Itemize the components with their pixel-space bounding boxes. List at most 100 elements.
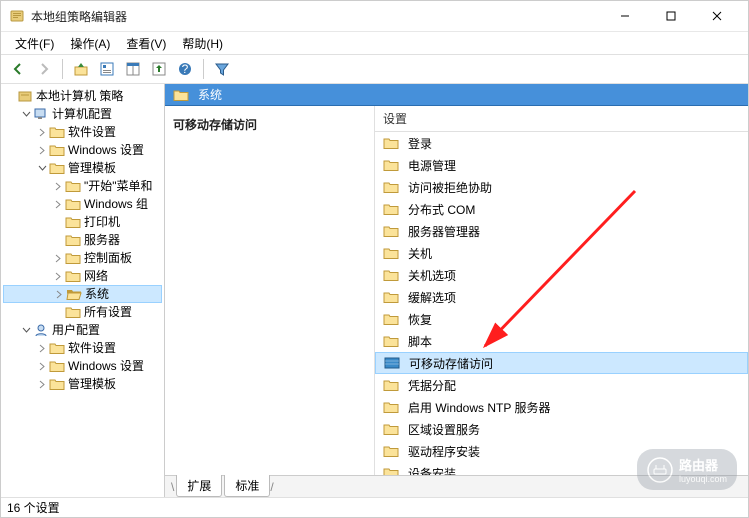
close-button[interactable]	[694, 1, 740, 32]
folder-icon	[383, 378, 399, 392]
back-icon[interactable]	[7, 58, 29, 80]
chevron-right-icon[interactable]	[51, 251, 65, 265]
list-item[interactable]: 关机选项	[375, 264, 748, 286]
list-item[interactable]: 电源管理	[375, 154, 748, 176]
list-item-label: 可移动存储访问	[409, 355, 493, 372]
chevron-right-icon[interactable]	[51, 197, 65, 211]
menu-2[interactable]: 查看(V)	[118, 33, 174, 54]
folder-icon	[65, 215, 81, 229]
folder-icon	[49, 161, 65, 175]
tree-label: "开始"菜单和	[84, 177, 153, 195]
status-bar: 16 个设置	[1, 497, 748, 517]
tab-0[interactable]: 扩展	[176, 475, 222, 497]
help-icon[interactable]: ?	[174, 58, 196, 80]
chevron-right-icon[interactable]	[35, 377, 49, 391]
list-item[interactable]: 登录	[375, 132, 748, 154]
chevron-right-icon[interactable]	[35, 125, 49, 139]
router-icon	[647, 457, 673, 483]
content-header-title: 系统	[198, 86, 222, 103]
tab-1[interactable]: 标准	[224, 475, 270, 497]
up-icon[interactable]	[70, 58, 92, 80]
tree-node-7[interactable]: 打印机	[3, 213, 162, 231]
special-folder-icon	[384, 356, 400, 370]
watermark: 路由器 luyouqi.com	[637, 449, 737, 490]
menu-3[interactable]: 帮助(H)	[174, 33, 231, 54]
tree-node-11[interactable]: 系统	[3, 285, 162, 303]
list-item[interactable]: 分布式 COM	[375, 198, 748, 220]
tree-node-3[interactable]: Windows 设置	[3, 141, 162, 159]
folder-icon	[383, 268, 399, 282]
menu-1[interactable]: 操作(A)	[62, 33, 118, 54]
menu-0[interactable]: 文件(F)	[7, 33, 62, 54]
minimize-button[interactable]	[602, 1, 648, 32]
column-header[interactable]: 设置	[375, 106, 748, 132]
tree-node-16[interactable]: 管理模板	[3, 375, 162, 393]
list-item[interactable]: 区域设置服务	[375, 418, 748, 440]
tree-node-9[interactable]: 控制面板	[3, 249, 162, 267]
chevron-right-icon[interactable]	[51, 179, 65, 193]
main: 本地计算机 策略计算机配置软件设置Windows 设置管理模板"开始"菜单和Wi…	[1, 84, 748, 497]
folder-icon	[173, 88, 189, 102]
list-item[interactable]: 脚本	[375, 330, 748, 352]
maximize-button[interactable]	[648, 1, 694, 32]
tree-node-2[interactable]: 软件设置	[3, 123, 162, 141]
tree-label: 管理模板	[68, 375, 116, 393]
details-heading: 可移动存储访问	[173, 116, 366, 133]
list-item-label: 启用 Windows NTP 服务器	[408, 399, 550, 416]
tree-node-14[interactable]: 软件设置	[3, 339, 162, 357]
folder-icon	[65, 251, 81, 265]
folder-icon	[65, 233, 81, 247]
tree-label: 管理模板	[68, 159, 116, 177]
tree-node-5[interactable]: "开始"菜单和	[3, 177, 162, 195]
list-item[interactable]: 缓解选项	[375, 286, 748, 308]
watermark-brand: 路由器	[679, 455, 727, 474]
list-item-label: 分布式 COM	[408, 201, 475, 218]
list-item[interactable]: 服务器管理器	[375, 220, 748, 242]
folder-icon	[383, 224, 399, 238]
tab-trailing: /	[270, 480, 273, 494]
list-item-label: 区域设置服务	[408, 421, 480, 438]
tree-node-1[interactable]: 计算机配置	[3, 105, 162, 123]
chevron-right-icon[interactable]	[52, 287, 66, 301]
properties-icon[interactable]	[96, 58, 118, 80]
tree-node-4[interactable]: 管理模板	[3, 159, 162, 177]
list-item[interactable]: 启用 Windows NTP 服务器	[375, 396, 748, 418]
list-item[interactable]: 关机	[375, 242, 748, 264]
list-item-label: 关机	[408, 245, 432, 262]
list-item[interactable]: 凭据分配	[375, 374, 748, 396]
chevron-right-icon[interactable]	[35, 359, 49, 373]
list-item[interactable]: 恢复	[375, 308, 748, 330]
chevron-down-icon[interactable]	[19, 107, 33, 121]
tree-node-15[interactable]: Windows 设置	[3, 357, 162, 375]
filter-icon[interactable]	[211, 58, 233, 80]
chevron-down-icon[interactable]	[19, 323, 33, 337]
list-pane[interactable]: 设置 登录电源管理访问被拒绝协助分布式 COM 服务器管理器关机关机选项缓解选项恢…	[375, 106, 748, 475]
tree-node-8[interactable]: 服务器	[3, 231, 162, 249]
tree-spacer	[51, 233, 65, 247]
list-item-label: 访问被拒绝协助	[408, 179, 492, 196]
tree-node-6[interactable]: Windows 组	[3, 195, 162, 213]
chevron-right-icon[interactable]	[35, 143, 49, 157]
chevron-right-icon[interactable]	[51, 269, 65, 283]
list-item[interactable]: 访问被拒绝协助	[375, 176, 748, 198]
folder-icon	[49, 377, 65, 391]
tree-label: Windows 设置	[68, 141, 144, 159]
tree-label: 软件设置	[68, 123, 116, 141]
tree-view[interactable]: 本地计算机 策略计算机配置软件设置Windows 设置管理模板"开始"菜单和Wi…	[1, 84, 165, 497]
toolbar-separator	[62, 59, 63, 79]
details-icon[interactable]	[122, 58, 144, 80]
list-item-label: 电源管理	[408, 157, 456, 174]
export-icon[interactable]	[148, 58, 170, 80]
tree-node-10[interactable]: 网络	[3, 267, 162, 285]
forward-icon[interactable]	[33, 58, 55, 80]
tree-label: 控制面板	[84, 249, 132, 267]
window-title: 本地组策略编辑器	[31, 8, 602, 25]
app-icon	[9, 8, 25, 24]
chevron-down-icon[interactable]	[35, 161, 49, 175]
tree-label: 计算机配置	[52, 105, 112, 123]
chevron-right-icon[interactable]	[35, 341, 49, 355]
list-item[interactable]: 可移动存储访问	[375, 352, 748, 374]
tree-node-12[interactable]: 所有设置	[3, 303, 162, 321]
tree-node-13[interactable]: 用户配置	[3, 321, 162, 339]
tree-node-0[interactable]: 本地计算机 策略	[3, 87, 162, 105]
